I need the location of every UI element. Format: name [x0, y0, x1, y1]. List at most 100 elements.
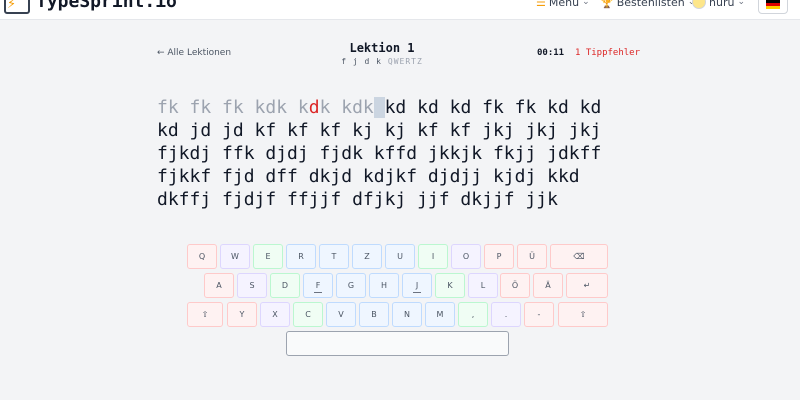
text-segment-typed: k kdk	[319, 97, 374, 118]
key-j: J	[402, 273, 432, 298]
text-segment-pending: fjkkf fjd dff dkjd kdjkf djdjj kjdj kkd	[157, 166, 580, 187]
key-v: V	[326, 302, 356, 327]
key-d: D	[270, 273, 300, 298]
lesson-subtitle: f j d k QWERTZ	[300, 57, 464, 66]
menu-label: Menü	[548, 0, 580, 9]
key-label: E	[265, 252, 271, 261]
lesson-keys: f j d k	[341, 57, 382, 66]
user-menu[interactable]: nuru ⌄	[692, 0, 745, 9]
key-label: D	[281, 281, 289, 290]
key-ü: Ü	[517, 244, 547, 269]
key-label: A	[216, 281, 222, 290]
text-segment-pending: kd kd kd fk fk kd kd	[384, 97, 602, 118]
key-label: C	[305, 310, 311, 319]
text-line: fjkdj ffk djdj fjdk kffd jkkjk fkjj jdkf…	[157, 142, 637, 165]
key-label: M	[436, 310, 444, 319]
key-o: O	[451, 244, 481, 269]
text-cursor	[373, 97, 385, 118]
avatar	[692, 0, 706, 9]
key-a: A	[204, 273, 234, 298]
key-label: Ü	[529, 252, 535, 261]
key-label: L	[480, 281, 486, 290]
key-label: Ö	[511, 281, 519, 290]
key-label: J	[415, 281, 419, 290]
key--: -	[524, 302, 554, 327]
leaderboard-dropdown[interactable]: 🏆 Bestenlisten ⌄	[600, 0, 695, 9]
german-flag-icon	[766, 0, 780, 9]
key-f: F	[303, 273, 333, 298]
text-line: kd jd jd kf kf kf kj kj kf kf jkj jkj jk…	[157, 119, 637, 142]
text-line: fjkkf fjd dff dkjd kdjkf djdjj kjdj kkd	[157, 165, 637, 188]
error-count: 1 Tippfehler	[575, 48, 641, 58]
key-h: H	[369, 273, 399, 298]
key-z: Z	[352, 244, 382, 269]
key-label: F	[315, 281, 321, 290]
key-label: S	[249, 281, 255, 290]
key-label: W	[231, 252, 239, 261]
space-key	[286, 331, 509, 356]
backspace-key: ⌫	[550, 244, 608, 269]
key-s: S	[237, 273, 267, 298]
key-label: ↵	[583, 281, 591, 290]
key-y: Y	[227, 302, 257, 327]
key-ä: Ä	[533, 273, 563, 298]
key-k: K	[435, 273, 465, 298]
text-segment-pending: kd jd jd kf kf kf kj kj kf kf jkj jkj jk…	[157, 120, 602, 141]
home-row-bump	[314, 292, 322, 293]
key-label: Q	[198, 252, 206, 261]
key-label: ,	[471, 310, 475, 319]
key-c: C	[293, 302, 323, 327]
key-l: L	[468, 273, 498, 298]
chevron-down-icon: ⌄	[737, 0, 745, 7]
key-ö: Ö	[500, 273, 530, 298]
trophy-icon: 🏆	[600, 0, 614, 9]
key-label: ⌫	[573, 252, 585, 261]
text-segment-pending: fjkdj ffk djdj fjdk kffd jkkjk fkjj jdkf…	[157, 143, 602, 164]
key-label: Ä	[545, 281, 551, 290]
key-label: Z	[364, 252, 370, 261]
key-.: .	[491, 302, 521, 327]
key-label: ⇧	[579, 310, 587, 319]
home-row-bump	[413, 292, 421, 293]
text-line: fk fk fk kdk kdk kdk kd kd kd fk fk kd k…	[157, 96, 637, 119]
text-segment-wrong: d	[308, 97, 320, 118]
key-i: I	[418, 244, 448, 269]
lightning-icon: ⚡	[7, 0, 17, 12]
shift-key: ⇧	[187, 302, 223, 327]
key-label: U	[397, 252, 403, 261]
key-label: ⇧	[201, 310, 209, 319]
language-button[interactable]	[758, 0, 788, 14]
text-segment-typed: fk fk fk kdk k	[157, 97, 309, 118]
timer: 00:11	[537, 48, 565, 58]
key-label: V	[338, 310, 344, 319]
key-label: I	[431, 252, 435, 261]
key-n: N	[392, 302, 422, 327]
lesson-title: Lektion 1	[349, 41, 415, 55]
top-navigation-bar: ⚡ TypeSprint.io ☰ Menü ⌄ 🏆 Bestenlisten …	[0, 0, 800, 20]
key-m: M	[425, 302, 455, 327]
text-segment-pending: dkffj fjdjf ffjjf dfjkj jjf dkjjf jjk	[157, 189, 558, 210]
key-label: N	[404, 310, 410, 319]
key-,: ,	[458, 302, 488, 327]
key-g: G	[336, 273, 366, 298]
back-to-lessons-link[interactable]: ← Alle Lektionen	[157, 48, 231, 58]
key-r: R	[286, 244, 316, 269]
key-t: T	[319, 244, 349, 269]
key-e: E	[253, 244, 283, 269]
app-brand[interactable]: TypeSprint.io	[36, 0, 177, 12]
typing-text-area[interactable]: fk fk fk kdk kdk kdk kd kd kd fk fk kd k…	[157, 96, 637, 211]
menu-icon: ☰	[536, 0, 546, 9]
shift-key: ⇧	[558, 302, 608, 327]
key-x: X	[260, 302, 290, 327]
enter-key: ↵	[566, 273, 608, 298]
key-label: O	[462, 252, 470, 261]
chevron-down-icon: ⌄	[582, 0, 590, 7]
menu-dropdown[interactable]: ☰ Menü ⌄	[536, 0, 590, 9]
key-label: R	[298, 252, 304, 261]
key-w: W	[220, 244, 250, 269]
key-label: Y	[239, 310, 245, 319]
key-b: B	[359, 302, 389, 327]
key-label: B	[371, 310, 377, 319]
key-label: -	[537, 310, 541, 319]
user-name: nuru	[709, 0, 735, 9]
